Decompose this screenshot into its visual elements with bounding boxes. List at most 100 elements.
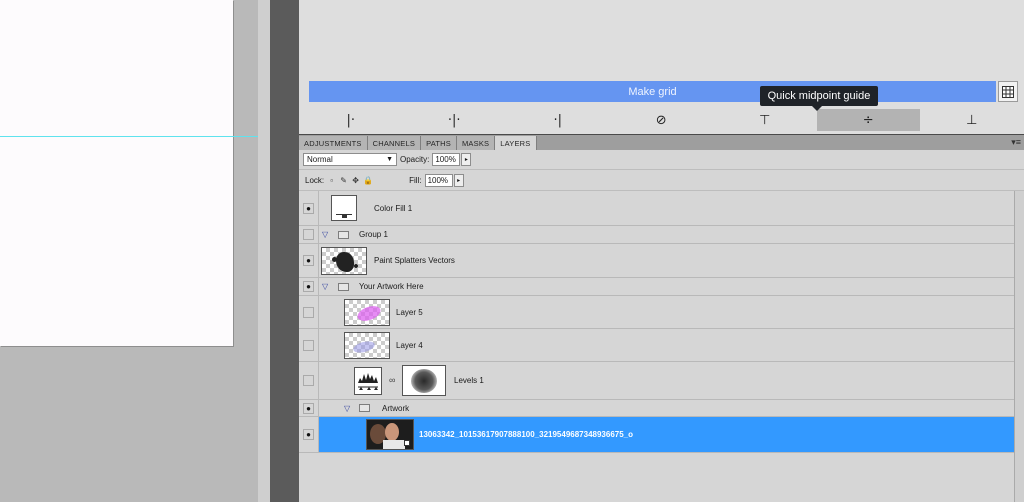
visibility-toggle[interactable]: [299, 362, 319, 399]
tooltip: Quick midpoint guide: [760, 86, 878, 111]
layer-row-layer-5[interactable]: Layer 5: [299, 296, 1014, 329]
layer-name: Layer 4: [396, 340, 423, 350]
visibility-toggle[interactable]: ●: [299, 417, 319, 452]
layer-name: Paint Splatters Vectors: [374, 256, 455, 265]
clear-guides-icon: ⊘: [655, 112, 667, 128]
folder-icon: [338, 278, 349, 295]
blend-mode-select[interactable]: Normal ▼: [303, 153, 397, 166]
lock-all-icon[interactable]: 🔒: [363, 176, 373, 185]
eye-off-icon: [303, 306, 314, 318]
guide-left-icon: |·: [346, 112, 355, 128]
tab-masks[interactable]: MASKS: [456, 136, 496, 150]
eye-icon: ●: [303, 281, 314, 292]
opacity-label: Opacity:: [400, 155, 430, 164]
guide-midpoint-icon: ÷: [862, 112, 874, 128]
layer-row-artwork[interactable]: ● ▽ Artwork: [299, 400, 1014, 417]
layer-name: 13063342_10153617907888100_3219549687348…: [419, 430, 633, 439]
lock-transparent-pixels-icon[interactable]: ▫: [327, 176, 336, 185]
tab-layers[interactable]: LAYERS: [495, 136, 537, 150]
blend-mode-value: Normal: [307, 155, 333, 164]
eye-off-icon: [303, 229, 314, 240]
mask-link-icon[interactable]: ∞: [389, 375, 395, 385]
guide-midpoint-button[interactable]: ÷: [816, 109, 920, 131]
layer-row-levels-1[interactable]: ∞ Levels 1: [299, 362, 1014, 400]
lock-label: Lock:: [305, 176, 325, 185]
layer-thumbnail: [321, 247, 367, 275]
expand-triangle-icon[interactable]: ▽: [322, 226, 328, 243]
layer-row-layer-4[interactable]: Layer 4: [299, 329, 1014, 362]
layer-name: Artwork: [382, 403, 410, 413]
tab-adjustments[interactable]: ADJUSTMENTS: [299, 136, 368, 150]
layer-name: Color Fill 1: [374, 203, 413, 213]
opacity-input[interactable]: 100%: [432, 153, 461, 166]
layer-thumbnail: [331, 195, 357, 221]
layers-scrollbar[interactable]: [1014, 191, 1024, 502]
guide-bottom-icon: ⊥: [966, 112, 978, 128]
folder-icon: [359, 400, 370, 416]
layer-row-color-fill-1[interactable]: ● Color Fill 1: [299, 191, 1014, 226]
opacity-slider-toggle[interactable]: ▸: [461, 153, 472, 166]
horizontal-guide-line[interactable]: [0, 136, 258, 137]
levels-adjustment-icon: [354, 367, 382, 395]
layer-row-group-1[interactable]: ▽ Group 1: [299, 226, 1014, 244]
guide-bottom-button[interactable]: ⊥: [920, 109, 1024, 131]
layer-row-your-artwork-here[interactable]: ● ▽ Your Artwork Here: [299, 278, 1014, 296]
canvas-scrollbar[interactable]: [258, 0, 270, 502]
tab-channels[interactable]: CHANNELS: [367, 136, 422, 150]
fill-label: Fill:: [409, 176, 422, 185]
layer-mask-thumbnail[interactable]: [402, 365, 446, 396]
panel-menu-icon[interactable]: ▾≡: [1011, 137, 1021, 148]
guide-center-vertical-button[interactable]: ·|·: [403, 109, 507, 131]
grid-settings-button[interactable]: [998, 81, 1018, 102]
guide-extension-panel: Make grid |· ·|· ·| ⊘ ⊤ ÷ ⊥ Quick midpoi…: [299, 0, 1024, 134]
document-canvas[interactable]: [0, 0, 233, 346]
expand-triangle-icon[interactable]: ▽: [322, 278, 328, 295]
document-canvas-area[interactable]: [0, 0, 258, 502]
visibility-toggle[interactable]: [299, 329, 319, 361]
fill-slider-toggle[interactable]: ▸: [453, 174, 464, 187]
clear-guides-button[interactable]: ⊘: [610, 109, 714, 131]
visibility-toggle[interactable]: [299, 296, 319, 328]
visibility-toggle[interactable]: [299, 226, 319, 243]
layer-name: Group 1: [359, 230, 388, 239]
eye-off-icon: [303, 375, 314, 386]
guide-center-vertical-icon: ·|·: [447, 112, 461, 128]
guide-left-button[interactable]: |·: [299, 109, 403, 131]
eye-icon: ●: [303, 202, 314, 214]
grid-icon: [1002, 85, 1014, 98]
visibility-toggle[interactable]: ●: [299, 278, 319, 295]
guide-right-icon: ·|: [553, 112, 562, 128]
chevron-down-icon: ▼: [386, 156, 393, 163]
expand-triangle-icon[interactable]: ▽: [344, 400, 350, 416]
eye-icon: ●: [303, 255, 314, 266]
layer-name: Layer 5: [396, 307, 423, 317]
layer-thumbnail: [344, 332, 390, 359]
lock-position-icon[interactable]: ✥: [351, 176, 360, 185]
visibility-toggle[interactable]: ●: [299, 191, 319, 225]
panel-dock-strip: [270, 0, 299, 502]
visibility-toggle[interactable]: ●: [299, 244, 319, 277]
layer-list: ● Color Fill 1 ▽ Group 1 ● Paint Splatte…: [299, 191, 1014, 502]
guide-right-button[interactable]: ·|: [506, 109, 610, 131]
guide-top-button[interactable]: ⊤: [713, 109, 817, 131]
visibility-toggle[interactable]: ●: [299, 400, 319, 416]
eye-icon: ●: [303, 402, 314, 414]
guide-top-icon: ⊤: [759, 112, 771, 128]
folder-icon: [338, 226, 349, 243]
guide-toolbar: |· ·|· ·| ⊘ ⊤ ÷ ⊥: [299, 109, 1024, 131]
tab-paths[interactable]: PATHS: [421, 136, 457, 150]
layer-thumbnail: [366, 419, 414, 450]
layer-row-paint-splatters[interactable]: ● Paint Splatters Vectors: [299, 244, 1014, 278]
make-grid-button[interactable]: Make grid: [309, 81, 996, 102]
make-grid-label: Make grid: [628, 85, 677, 98]
panel-tabs: ADJUSTMENTS CHANNELS PATHS MASKS LAYERS …: [299, 135, 1024, 150]
eye-off-icon: [303, 339, 314, 351]
layer-row-photo[interactable]: ● 13063342_10153617907888100_32195496873…: [299, 417, 1014, 453]
eye-icon: ●: [303, 429, 314, 440]
fill-input[interactable]: 100%: [424, 174, 453, 187]
histogram-icon: [358, 373, 378, 390]
layer-name: Levels 1: [454, 376, 484, 385]
layer-thumbnail: [344, 299, 390, 326]
blend-options-row: Normal ▼ Opacity: 100% ▸: [299, 150, 1024, 170]
lock-image-pixels-icon[interactable]: ✎: [339, 176, 348, 185]
